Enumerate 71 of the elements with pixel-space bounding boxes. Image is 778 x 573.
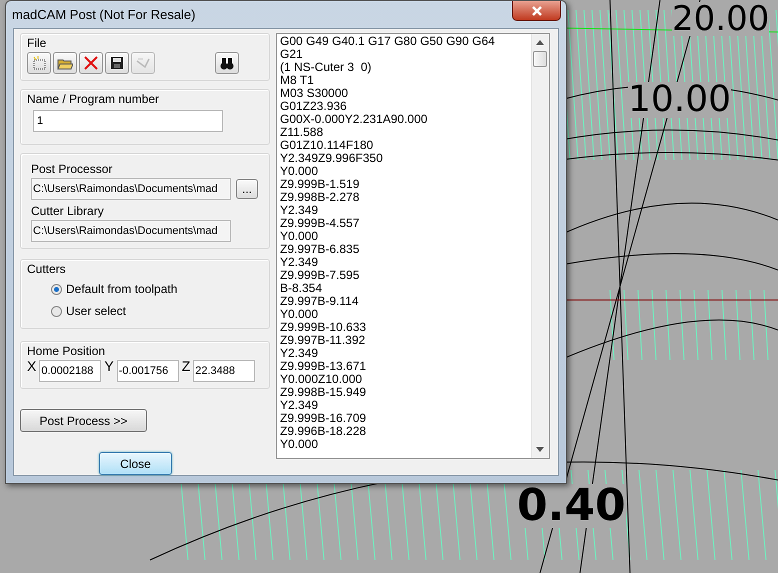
code-line: (1 NS-Cuter 3 0): [280, 61, 372, 74]
cross-icon: [83, 55, 99, 71]
close-button[interactable]: [512, 1, 561, 21]
code-line: Z9.998B-2.278: [280, 191, 360, 204]
close-icon: [530, 6, 542, 16]
window-title: madCAM Post (Not For Resale): [12, 7, 196, 22]
code-line: G01Z10.114F180: [280, 139, 374, 152]
code-line: Y2.349Z9.996F350: [280, 152, 384, 165]
output-listbox[interactable]: [276, 33, 550, 459]
code-line: G00X-0.000Y2.231A90.000: [280, 113, 428, 126]
radio-label: User select: [66, 304, 126, 318]
code-line: Y0.000: [280, 165, 320, 178]
code-line: Z9.997B-9.114: [280, 295, 360, 308]
code-line: G01Z23.936: [280, 100, 348, 113]
coordinate-field[interactable]: 0.0002188: [39, 360, 102, 382]
radio-button[interactable]: [51, 306, 62, 316]
code-line: M03 S30000: [280, 87, 350, 100]
radio-label: Default from toolpath: [66, 282, 178, 296]
post-processor-field[interactable]: C:\Users\Raimondas\Documents\mad: [31, 178, 231, 200]
group-label: Name / Program number: [27, 92, 160, 106]
code-line: Y0.000Z10.000: [280, 373, 364, 386]
coordinate-field[interactable]: 22.3488: [193, 360, 256, 382]
group-label: File: [27, 36, 48, 50]
code-line: Y2.349: [280, 256, 320, 269]
code-line: Z9.996B-18.228: [280, 425, 368, 438]
cutter-library-field[interactable]: C:\Users\Raimondas\Documents\mad: [31, 220, 231, 242]
radio-button[interactable]: [51, 284, 62, 294]
code-line: Z9.999B-10.633: [280, 321, 368, 334]
code-line: Y0.000: [280, 230, 320, 243]
scrollbar-thumb[interactable]: [533, 51, 547, 67]
code-line: Y0.000: [280, 438, 320, 451]
code-line: B-8.354: [280, 282, 324, 295]
code-line: Z9.999B-13.671: [280, 360, 368, 373]
code-line: Z9.997B-11.392: [280, 334, 366, 347]
group-label: Home Position: [27, 344, 106, 358]
toolbar-button[interactable]: [215, 52, 239, 74]
code-line: Y2.349: [280, 204, 320, 217]
code-line: Z9.998B-15.949: [280, 386, 368, 399]
new-file-icon: [31, 55, 47, 71]
code-line: Z9.997B-6.835: [280, 243, 360, 256]
code-line: Z9.999B-4.557: [280, 217, 360, 230]
post-process-button[interactable]: Post Process >>: [20, 409, 147, 432]
close-dialog-button[interactable]: Close: [99, 452, 172, 475]
scroll-down-icon[interactable]: [536, 447, 544, 452]
toolbar-button[interactable]: [27, 52, 51, 74]
code-line: G00 G49 G40.1 G17 G80 G50 G90 G64: [280, 35, 496, 48]
code-line: Y2.349: [280, 399, 320, 412]
axis-label: Z: [182, 358, 190, 374]
field-label: Post Processor: [31, 162, 114, 176]
dimension-label: 20.00: [672, 2, 770, 36]
code-line: Y2.349: [280, 347, 320, 360]
code-line: Z9.999B-16.709: [280, 412, 368, 425]
program-name-field[interactable]: 1: [33, 110, 223, 132]
binoculars-icon: [219, 55, 235, 71]
scroll-up-icon[interactable]: [536, 40, 544, 45]
axis-label: Y: [104, 358, 114, 374]
dimension-label: 0.40: [517, 484, 626, 528]
code-line: Y0.000: [280, 308, 320, 321]
code-line: Z9.999B-1.519: [280, 178, 360, 191]
toolbar-button[interactable]: [53, 52, 77, 74]
dimension-label: 10.00: [628, 82, 732, 118]
toolbar-button[interactable]: [105, 52, 129, 74]
code-line: G21: [280, 48, 304, 61]
code-line: Z11.588: [280, 126, 324, 139]
browse-button[interactable]: ...: [236, 179, 258, 199]
group-label: Cutters: [27, 262, 67, 276]
field-label: Cutter Library: [31, 204, 105, 218]
code-line: Z9.999B-7.595: [280, 269, 360, 282]
coordinate-field[interactable]: -0.001756: [116, 360, 179, 382]
axis-label: X: [27, 358, 36, 374]
code-line: M8 T1: [280, 74, 315, 87]
